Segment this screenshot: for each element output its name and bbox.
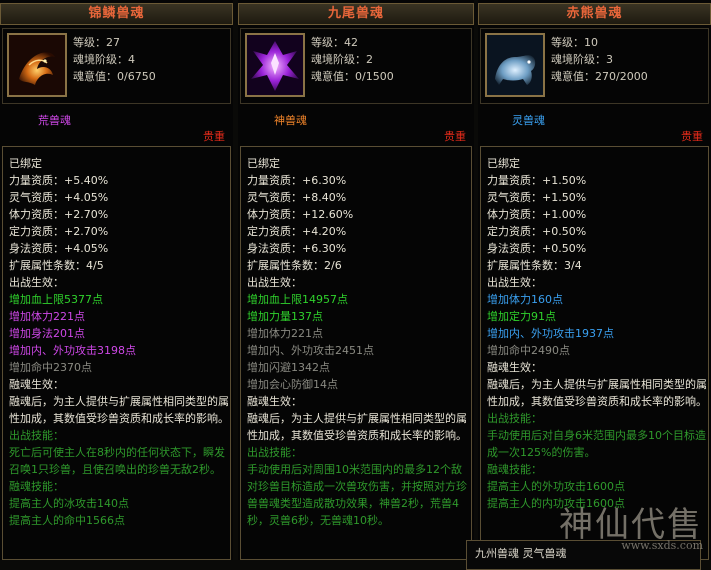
soul-panel-1: 锦鳞兽魂 等级：27 魂境阶级：4 魂意值：0/6750 荒兽魂 贵重 已绑定力… <box>0 0 233 560</box>
attribute-line: 灵气资质：+8.40% <box>247 191 347 204</box>
attribute-line: 定力资质：+0.50% <box>487 225 587 238</box>
attribute-line: 已绑定 <box>247 157 280 170</box>
attribute-line: 灵气资质：+1.50% <box>487 191 587 204</box>
panel-header: 等级：10 魂境阶级：3 魂意值：270/2000 <box>480 28 709 104</box>
attribute-line: 提高主人的冰攻击140点 <box>9 497 129 510</box>
level-text: 等级：27 <box>73 36 120 49</box>
attribute-line: 增加内、外功攻击3198点 <box>9 344 136 357</box>
attribute-line: 出战技能： <box>9 429 64 442</box>
attribute-line: 融魂生效： <box>487 361 542 374</box>
level-text: 等级：42 <box>311 36 358 49</box>
attribute-line: 身法资质：+0.50% <box>487 242 587 255</box>
watermark: 神仙代售 www.sxds.com <box>559 507 703 552</box>
attribute-line: 扩展属性条数：3/4 <box>487 259 582 272</box>
attribute-line: 出战技能： <box>487 412 542 425</box>
attribute-line: 力量资质：+1.50% <box>487 174 587 187</box>
panel-header: 等级：42 魂境阶级：2 魂意值：0/1500 <box>240 28 472 104</box>
attribute-line: 扩展属性条数：2/6 <box>247 259 342 272</box>
attribute-line: 增加体力221点 <box>247 327 323 340</box>
attribute-line: 出战技能： <box>247 446 302 459</box>
intent-text: 魂意值：0/6750 <box>73 70 156 83</box>
attribute-line: 增加命中2490点 <box>487 344 570 357</box>
tier-label: 荒兽魂 <box>38 114 71 127</box>
rare-label: 贵重 <box>681 130 703 143</box>
soul-stats: 等级：42 魂境阶级：2 魂意值：0/1500 <box>311 34 394 85</box>
attribute-line: 增加体力221点 <box>9 310 85 323</box>
attribute-line: 力量资质：+6.30% <box>247 174 347 187</box>
attribute-line: 增加体力160点 <box>487 293 563 306</box>
attribute-line: 融魂生效： <box>247 395 302 408</box>
attribute-line: 扩展属性条数：4/5 <box>9 259 104 272</box>
attribute-line: 增加身法201点 <box>9 327 85 340</box>
attribute-list: 已绑定力量资质：+1.50% 灵气资质：+1.50% 体力资质：+1.00% 定力资质… <box>480 146 709 560</box>
attribute-line: 手动使用后对自身6米范围内最多10个目标造成一次125%的伤害。 <box>487 429 706 459</box>
attribute-line: 出战生效： <box>247 276 302 289</box>
attribute-line: 融魂技能： <box>9 480 64 493</box>
soul-panel-2: 九尾兽魂 等级：42 魂境阶级：2 魂意值：0/1500 神兽魂 贵重 已绑定力… <box>238 0 474 560</box>
watermark-mark: 神仙代售 <box>559 505 703 545</box>
panel-title: 赤熊兽魂 <box>478 3 711 25</box>
attribute-line: 增加会心防御14点 <box>247 378 338 391</box>
soul-stats: 等级：27 魂境阶级：4 魂意值：0/6750 <box>73 34 156 85</box>
watermark-url: www.sxds.com <box>621 539 703 552</box>
attribute-line: 体力资质：+12.60% <box>247 208 354 221</box>
level-text: 等级：10 <box>551 36 598 49</box>
attribute-line: 增加定力91点 <box>487 310 556 323</box>
attribute-line: 融魂后，为主人提供与扩展属性相同类型的属性加成，其数值受珍兽资质和成长率的影响。 <box>487 378 707 408</box>
attribute-line: 融魂后，为主人提供与扩展属性相同类型的属性加成，其数值受珍兽资质和成长率的影响。 <box>9 395 229 425</box>
attribute-line: 增加血上限14957点 <box>247 293 348 306</box>
panel-header: 等级：27 魂境阶级：4 魂意值：0/6750 <box>2 28 231 104</box>
panel-title: 九尾兽魂 <box>238 3 474 25</box>
attribute-line: 融魂生效： <box>9 378 64 391</box>
realm-text: 魂境阶级：3 <box>551 53 613 66</box>
attribute-list: 已绑定力量资质：+6.30% 灵气资质：+8.40% 体力资质：+12.60% 定力资… <box>240 146 472 560</box>
soul-panel-3: 赤熊兽魂 等级：10 魂境阶级：3 魂意值：270/2000 灵兽魂 贵重 已绑… <box>478 0 711 560</box>
attribute-line: 融魂后，为主人提供与扩展属性相同类型的属性加成，其数值受珍兽资质和成长率的影响。 <box>247 412 467 442</box>
attribute-line: 增加内、外功攻击2451点 <box>247 344 374 357</box>
rare-label: 贵重 <box>444 130 466 143</box>
attribute-line: 出战生效： <box>9 276 64 289</box>
attribute-line: 已绑定 <box>487 157 520 170</box>
tier-label: 灵兽魂 <box>512 114 545 127</box>
attribute-line: 增加血上限5377点 <box>9 293 103 306</box>
attribute-line: 提高主人的命中1566点 <box>9 514 125 527</box>
panel-title: 锦鳞兽魂 <box>0 3 233 25</box>
realm-text: 魂境阶级：2 <box>311 53 373 66</box>
attribute-line: 提高主人的外功攻击1600点 <box>487 480 625 493</box>
attribute-line: 身法资质：+4.05% <box>9 242 109 255</box>
tier-label: 神兽魂 <box>274 114 307 127</box>
attribute-line: 身法资质：+6.30% <box>247 242 347 255</box>
attribute-line: 融魂技能： <box>487 463 542 476</box>
attribute-line: 力量资质：+5.40% <box>9 174 109 187</box>
attribute-line: 增加闪避1342点 <box>247 361 330 374</box>
attribute-line: 灵气资质：+4.05% <box>9 191 109 204</box>
attribute-line: 体力资质：+2.70% <box>9 208 109 221</box>
attribute-line: 增加命中2370点 <box>9 361 92 374</box>
attribute-line: 增加力量137点 <box>247 310 323 323</box>
intent-text: 魂意值：270/2000 <box>551 70 648 83</box>
attribute-line: 出战生效： <box>487 276 542 289</box>
intent-text: 魂意值：0/1500 <box>311 70 394 83</box>
attribute-list: 已绑定力量资质：+5.40% 灵气资质：+4.05% 体力资质：+2.70% 定力资质… <box>2 146 231 560</box>
attribute-line: 增加内、外功攻击1937点 <box>487 327 614 340</box>
soul-stats: 等级：10 魂境阶级：3 魂意值：270/2000 <box>551 34 648 85</box>
fire-fish-icon[interactable] <box>7 33 67 97</box>
attribute-line: 已绑定 <box>9 157 42 170</box>
realm-text: 魂境阶级：4 <box>73 53 135 66</box>
attribute-line: 手动使用后对周围10米范围内的最多12个敌对珍兽目标造成一次兽攻伤害，并按照对方… <box>247 463 467 527</box>
attribute-line: 体力资质：+1.00% <box>487 208 587 221</box>
nine-tail-crystal-icon[interactable] <box>245 33 305 97</box>
attribute-line: 定力资质：+2.70% <box>9 225 109 238</box>
attribute-line: 死亡后可使主人在8秒内的任何状态下，瞬发召唤1只珍兽，且使召唤出的珍兽无敌2秒。 <box>9 446 225 476</box>
attribute-line: 定力资质：+4.20% <box>247 225 347 238</box>
rare-label: 贵重 <box>203 130 225 143</box>
ice-bear-icon[interactable] <box>485 33 545 97</box>
